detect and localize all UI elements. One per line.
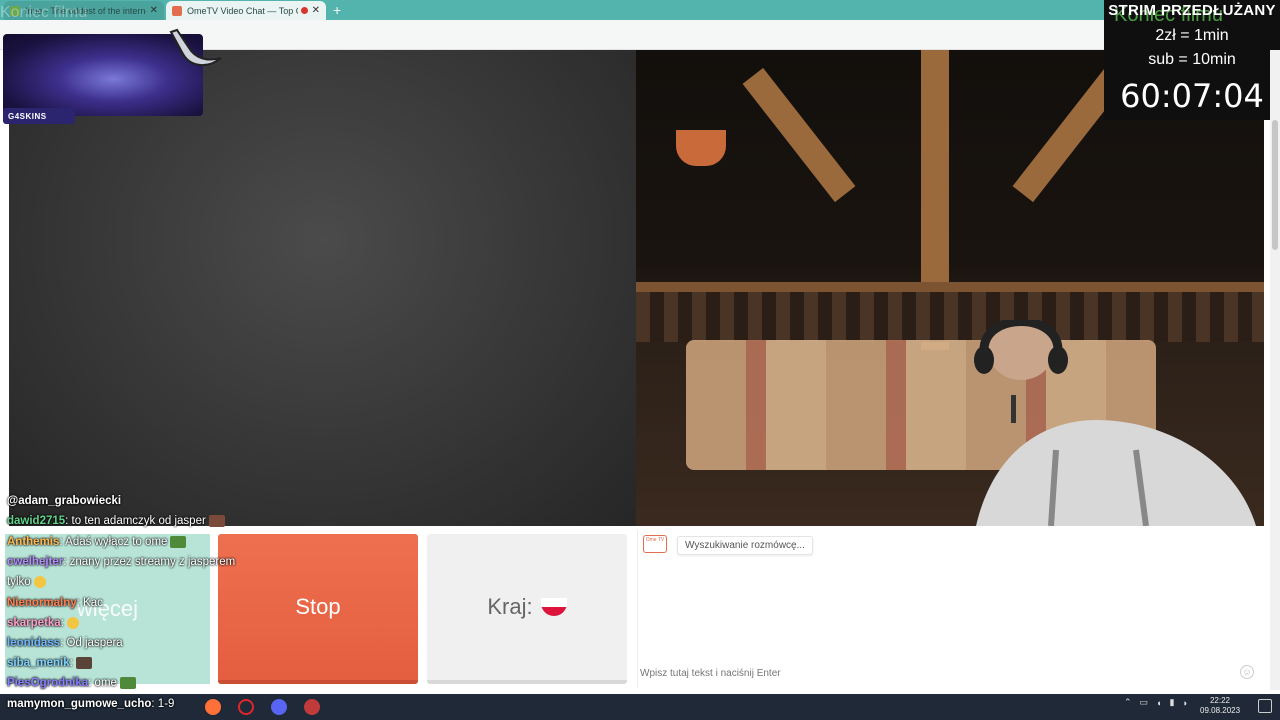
- message-input[interactable]: [640, 662, 1240, 684]
- country-selector[interactable]: Kraj:: [427, 534, 627, 684]
- speaker-icon[interactable]: ◗: [1182, 698, 1187, 708]
- clock-date: 09.08.2023: [1200, 706, 1241, 715]
- stream-chat-line: skarpetka:: [7, 617, 79, 629]
- close-icon[interactable]: ✕: [150, 5, 158, 16]
- recording-icon: [300, 7, 308, 14]
- knife-icon: [169, 28, 222, 66]
- microphone-icon[interactable]: ▮: [1170, 697, 1175, 708]
- emote-icon: [119, 677, 136, 689]
- stream-chat-line: Anthemis: Adaś wyłącz to ome: [7, 536, 187, 548]
- stream-chat-line: PiesOgrodnika: ome: [7, 677, 136, 689]
- stream-chat-line: Nienormalny: Kac: [7, 597, 103, 609]
- opera-icon[interactable]: [238, 699, 254, 715]
- stream-chat-line: @adam_grabowiecki: [7, 495, 122, 507]
- plus-icon[interactable]: +: [333, 0, 341, 20]
- stranger-video: [9, 50, 636, 526]
- ometv-logo-icon: Ome TV: [643, 535, 667, 553]
- stream-chat-line: leonidass: Od jaspera: [7, 637, 123, 649]
- emoji-laugh-icon: [66, 617, 79, 629]
- plant-pot: [676, 130, 726, 166]
- subathon-rate-sub: sub = 10min: [1148, 51, 1236, 68]
- emote-icon: [75, 657, 92, 669]
- wood-rail: [636, 282, 1264, 292]
- emoji-icon[interactable]: ☺: [1240, 665, 1254, 679]
- search-status-message: Wyszukiwanie rozmówcę...: [677, 536, 813, 555]
- stream-chat-line: cwelhejter: znany przez streamy z jasper…: [7, 556, 236, 568]
- firefox-icon[interactable]: [205, 699, 221, 715]
- windows-taskbar: [0, 694, 1280, 720]
- chevron-up-icon[interactable]: ⌃: [1124, 697, 1132, 708]
- stop-button[interactable]: Stop: [218, 534, 418, 684]
- discord-icon[interactable]: [271, 699, 287, 715]
- obs-icon[interactable]: [304, 699, 320, 715]
- wood-beam: [742, 67, 856, 203]
- volume-icon[interactable]: ◖: [1156, 698, 1161, 708]
- emoji-laugh-icon: [33, 576, 46, 588]
- stream-chat-line: tylko: [7, 576, 46, 588]
- notification-icon[interactable]: [1258, 699, 1272, 713]
- taskbar-clock[interactable]: 22:22 09.08.2023: [1200, 696, 1240, 716]
- subathon-title: STRIM PRZEDŁUŻANY: [1108, 2, 1276, 19]
- end-of-video-overlay-text: Koniec filmu: [0, 4, 88, 21]
- poland-flag-icon: [540, 598, 567, 616]
- stream-chat-line: dawid2715: to ten adamczyk od jasper: [7, 515, 225, 527]
- streamer-person: [974, 320, 1256, 526]
- system-tray[interactable]: ⌃ ▭ ◖ ▮ ◗: [1124, 697, 1188, 708]
- tab-ometv[interactable]: OmeTV Video Chat — Top C... ✕: [166, 1, 326, 20]
- subathon-timer: 60:07:04: [1120, 77, 1264, 115]
- self-video: [636, 50, 1264, 526]
- stream-chat-line: siba_menik:: [7, 657, 92, 669]
- close-icon[interactable]: ✕: [312, 5, 320, 16]
- streamer-webcam-overlay: [3, 28, 222, 116]
- sponsor-label: G4SKINS: [3, 108, 75, 124]
- scrollbar-thumb[interactable]: [1272, 120, 1278, 250]
- emote-icon: [208, 515, 225, 527]
- country-label: Kraj:: [487, 594, 533, 619]
- tab-title: OmeTV Video Chat — Top C...: [187, 5, 298, 16]
- subathon-rate-donation: 2zł = 1min: [1155, 27, 1229, 44]
- network-icon[interactable]: ▭: [1140, 697, 1149, 708]
- emote-icon: [170, 536, 187, 548]
- tab-favicon-icon: [172, 5, 182, 16]
- stream-chat-line: mamymon_gumowe_ucho: 1-9: [7, 698, 175, 710]
- clock-time: 22:22: [1209, 696, 1231, 705]
